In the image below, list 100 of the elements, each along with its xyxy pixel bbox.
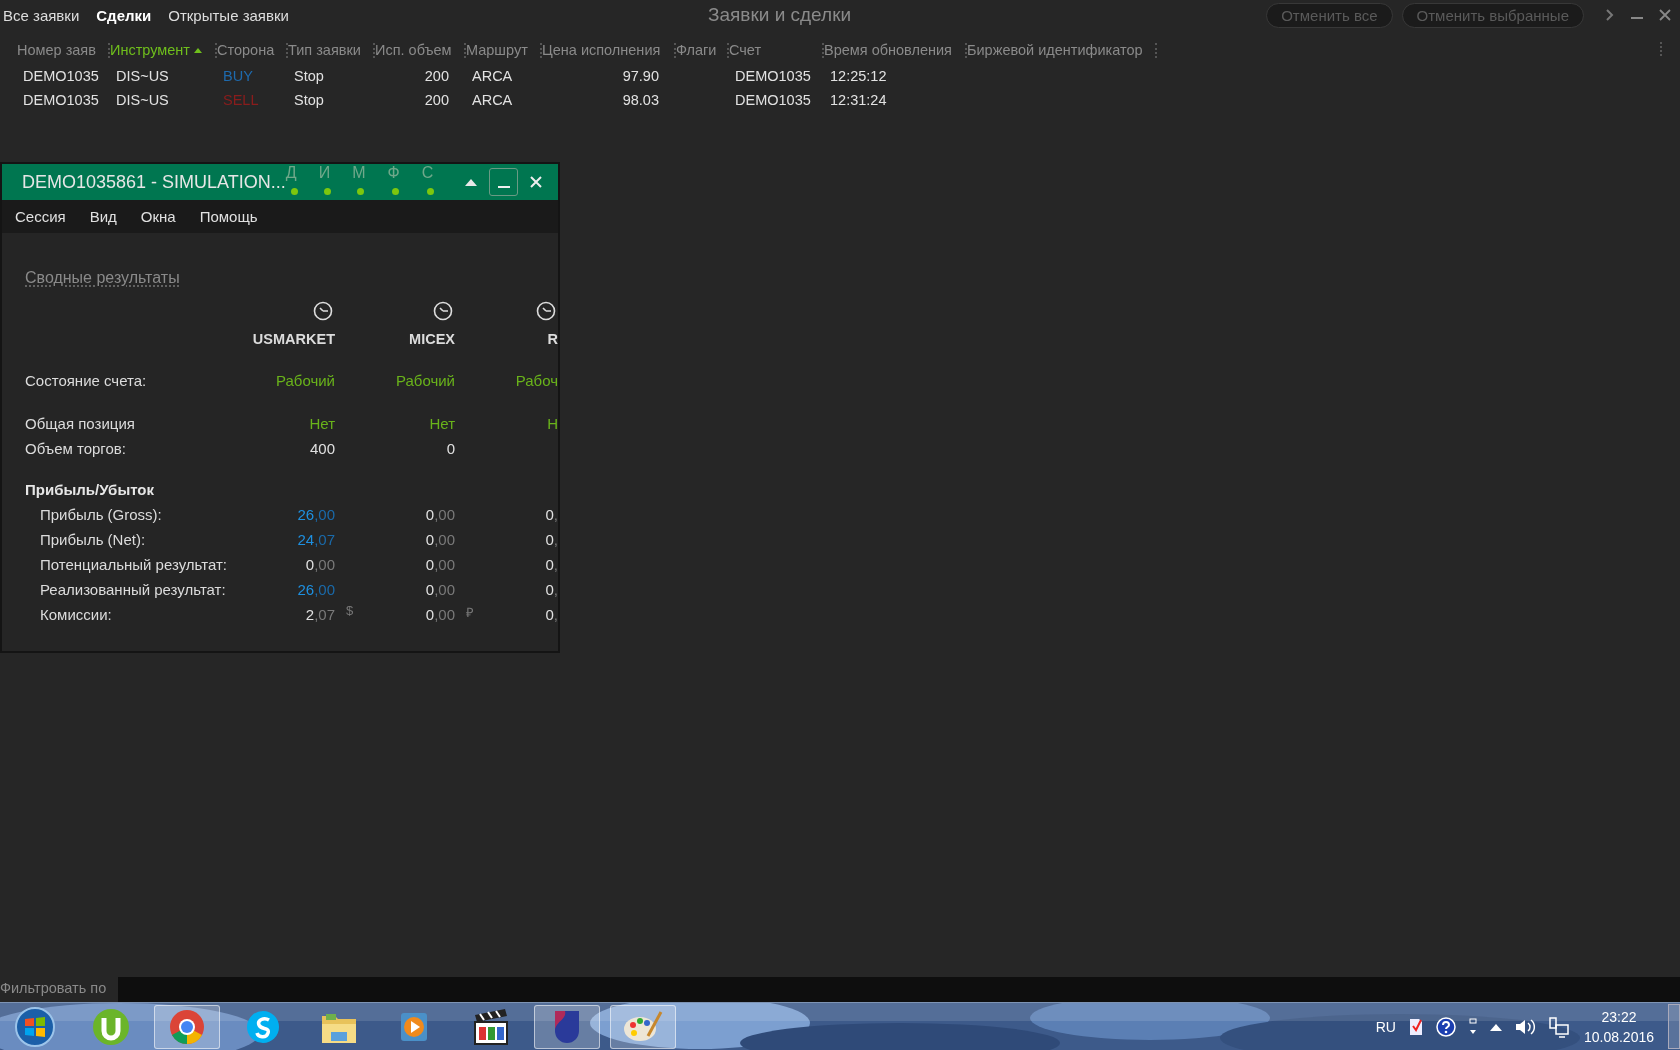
indicator-label: С	[421, 164, 434, 181]
table-cell: 200	[424, 92, 449, 108]
table-cell: 98.03	[622, 92, 659, 108]
money-value: 0,	[545, 555, 558, 573]
volume-icon[interactable]	[1513, 1016, 1536, 1037]
table-cell: DEMO1035	[23, 92, 99, 108]
money-value: 2,07	[305, 605, 335, 623]
exchange-name: MICEX	[409, 331, 455, 347]
table-cell: DEMO1035	[735, 68, 811, 84]
money-value: 0,	[545, 605, 558, 623]
column-header[interactable]: Маршрут	[466, 42, 528, 58]
money-value: 0,	[545, 580, 558, 598]
table-cell: DIS~US	[116, 92, 169, 108]
column-header[interactable]: Тип заявки	[288, 42, 361, 58]
table-cell: 12:31:24	[830, 92, 887, 108]
taskbar-button[interactable]	[534, 1004, 600, 1049]
filter-label: Фильтровать по	[0, 979, 108, 998]
network-icon[interactable]	[1547, 1015, 1570, 1038]
indicator-label: Д	[285, 164, 297, 181]
tab[interactable]: Все заявки	[3, 6, 89, 24]
clock-icon	[536, 301, 556, 321]
money-value: 0,00	[425, 580, 455, 598]
table-cell: DIS~US	[116, 68, 169, 84]
menu-item[interactable]: Окна	[133, 208, 183, 225]
number-value: 400	[309, 439, 335, 457]
row-label: Общая позиция	[25, 414, 136, 432]
column-header[interactable]: Биржевой идентификатор	[967, 42, 1143, 58]
menu-item[interactable]: Сессия	[8, 208, 73, 225]
status-value: Рабоч	[515, 371, 558, 389]
table-cell: SELL	[223, 92, 259, 108]
money-value: 24,07	[297, 530, 335, 548]
minimize-button[interactable]	[489, 168, 518, 196]
status-value: Н	[547, 414, 558, 432]
clock-date[interactable]: 10.08.2016	[1583, 1028, 1654, 1045]
triangle-up-icon	[465, 178, 478, 186]
row-label: Реализованный результат:	[39, 580, 227, 598]
row-label: Состояние счета:	[25, 371, 148, 389]
row-label: Комиссии:	[39, 605, 113, 623]
chevron-right-icon[interactable]	[1605, 8, 1615, 22]
ball-icon	[91, 1006, 131, 1047]
money-value: 0,00	[305, 555, 335, 573]
money-value: 0,	[545, 530, 558, 548]
table-cell: BUY	[223, 68, 253, 84]
status-value: Нет	[429, 414, 455, 432]
column-header[interactable]: Время обновления	[824, 42, 952, 58]
tab[interactable]: Сделки	[96, 6, 161, 24]
table-cell: 200	[424, 68, 449, 84]
table-cell: Stop	[294, 92, 324, 108]
column-header[interactable]: Флаги	[676, 42, 717, 58]
sort-ascending-icon	[194, 47, 202, 53]
row-label: Потенциальный результат:	[39, 555, 228, 573]
table-cell: DEMO1035	[23, 68, 99, 84]
language-indicator[interactable]: RU	[1375, 1018, 1396, 1035]
minimize-icon	[497, 186, 510, 188]
column-header[interactable]: Исп. объем	[375, 42, 452, 58]
indicator-label: Ф	[387, 164, 400, 181]
money-value: 26,00	[297, 505, 335, 523]
clock-time[interactable]: 23:22	[1601, 1008, 1637, 1025]
indicator-label: М	[352, 164, 366, 181]
exchange-name: USMARKET	[252, 331, 335, 347]
indicator-label: И	[318, 164, 331, 181]
column-header[interactable]: Номер заяв	[17, 42, 96, 58]
close-icon[interactable]	[1659, 9, 1671, 21]
ring-icon	[168, 1007, 206, 1046]
help-icon[interactable]	[1435, 1016, 1456, 1037]
filter-field[interactable]	[118, 977, 1680, 1002]
row-label: Объем торгов:	[25, 439, 127, 457]
money-value: 0,00	[425, 505, 455, 523]
menu-item[interactable]: Вид	[82, 208, 124, 225]
tab[interactable]: Открытые заявки	[168, 6, 298, 24]
money-value: 26,00	[297, 580, 335, 598]
column-header[interactable]: Инструмент	[110, 42, 190, 58]
window-title: DEMO1035861 - SIMULATION...	[22, 171, 286, 193]
section-heading: Прибыль/Убыток	[25, 480, 155, 498]
currency-sign: $	[346, 603, 354, 618]
summary-link[interactable]: Сводные результаты	[25, 269, 180, 286]
column-header[interactable]: Сторона	[217, 42, 275, 58]
money-value: 0,00	[425, 530, 455, 548]
table-cell: ARCA	[472, 92, 513, 108]
table-cell: DEMO1035	[735, 92, 811, 108]
window-title: Заявки и сделки	[708, 4, 852, 26]
table-cell: ARCA	[472, 68, 513, 84]
money-value: 0,00	[425, 605, 455, 623]
exchange-name: R	[547, 331, 558, 347]
money-value: 0,	[545, 505, 558, 523]
currency-sign: ₽	[466, 605, 474, 620]
row-label: Прибыль (Gross):	[39, 505, 163, 523]
menu-item[interactable]: Помощь	[192, 208, 265, 225]
status-value: Рабочий	[275, 371, 335, 389]
column-header[interactable]: Цена исполнения	[542, 42, 661, 58]
column-header[interactable]: Счет	[729, 42, 762, 58]
clapperboard-icon	[472, 1006, 510, 1047]
table-cell: Stop	[294, 68, 324, 84]
table-cell: 12:25:12	[830, 68, 887, 84]
status-value: Рабочий	[395, 371, 455, 389]
clock-icon	[313, 301, 333, 321]
money-value: 0,00	[425, 555, 455, 573]
status-value: Нет	[309, 414, 335, 432]
table-cell: 97.90	[622, 68, 659, 84]
close-icon	[529, 176, 542, 188]
